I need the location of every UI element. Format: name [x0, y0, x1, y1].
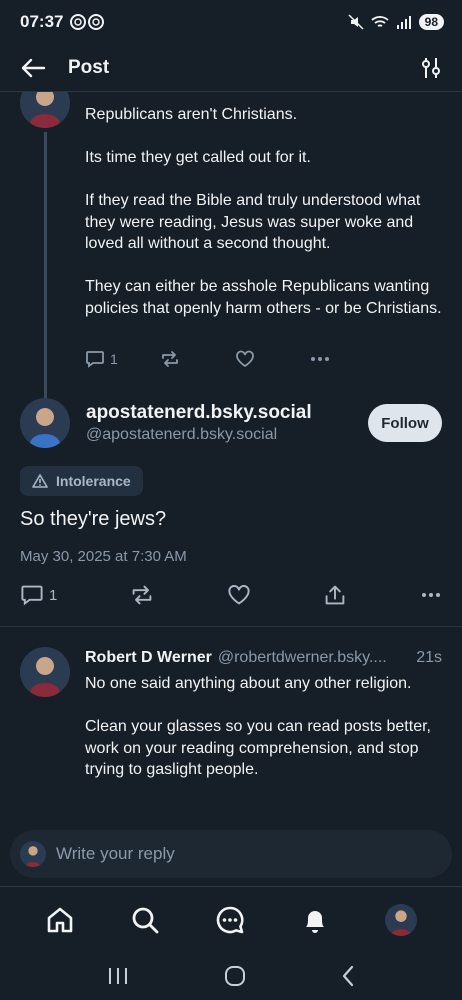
more-icon [421, 593, 440, 597]
author-display-name[interactable]: apostatenerd.bsky.social [86, 402, 312, 424]
status-time: 07:37 [20, 12, 64, 31]
main-reply-count: 1 [49, 586, 58, 604]
reply-author-name[interactable]: Robert D Werner [85, 649, 212, 667]
system-nav-bar [0, 952, 462, 1000]
wifi-icon [371, 15, 389, 29]
parent-paragraph: Republicans aren't Christians. [85, 106, 298, 123]
mute-icon [348, 14, 364, 30]
bell-icon[interactable] [300, 905, 330, 935]
composer-avatar [20, 841, 46, 867]
reply-avatar[interactable] [20, 647, 70, 697]
chat-icon[interactable] [215, 905, 245, 935]
main-share-button[interactable] [323, 584, 347, 606]
author-handle[interactable]: @apostatenerd.bsky.social [86, 426, 312, 444]
thread-line [44, 132, 47, 432]
main-reply-button[interactable]: 1 [20, 584, 57, 606]
status-bar: 07:37 98 [0, 0, 462, 44]
parent-paragraph: If they read the Bible and truly underst… [85, 192, 421, 252]
parent-post-text[interactable]: Republicans aren't Christians. Its time … [85, 104, 445, 341]
parent-paragraph: Its time they get called out for it. [85, 149, 311, 166]
status-left: 07:37 [20, 12, 105, 32]
reply-timestamp: 21s [416, 649, 442, 666]
parent-reply-count: 1 [110, 351, 118, 367]
follow-button[interactable]: Follow [368, 404, 442, 442]
parent-paragraph: They can either be asshole Republicans w… [85, 278, 442, 317]
reply-text: No one said anything about any other rel… [85, 673, 442, 802]
bottom-tab-bar [0, 886, 462, 952]
home-icon[interactable] [45, 905, 75, 935]
heart-icon [228, 585, 250, 605]
main-post-date: May 30, 2025 at 7:30 AM [20, 548, 187, 565]
repost-icon [162, 351, 178, 367]
reply-icon [86, 351, 104, 368]
parent-reply-button[interactable]: 1 [85, 350, 160, 368]
home-button-icon[interactable] [224, 965, 246, 987]
search-icon[interactable] [130, 905, 160, 935]
label-text: Intolerance [56, 473, 131, 489]
divider [0, 626, 462, 627]
reply-input-placeholder[interactable]: Write your reply [56, 844, 175, 864]
main-more-button[interactable] [420, 592, 442, 598]
parent-repost-button[interactable] [160, 350, 235, 368]
heart-icon [236, 350, 254, 368]
main-avatar[interactable] [20, 398, 70, 448]
main-like-button[interactable] [227, 584, 251, 606]
parent-avatar[interactable] [20, 92, 70, 128]
notification-icon [69, 13, 105, 31]
parent-like-button[interactable] [235, 350, 310, 368]
more-icon [311, 357, 329, 361]
main-repost-button[interactable] [130, 584, 154, 606]
signal-icon [396, 15, 412, 29]
content-label-chip[interactable]: Intolerance [20, 466, 143, 496]
status-right: 98 [348, 14, 444, 30]
share-icon [325, 585, 345, 605]
recents-icon[interactable] [107, 966, 129, 986]
thread: Republicans aren't Christians. Its time … [0, 92, 462, 818]
parent-more-button[interactable] [310, 356, 385, 362]
main-post-text: So they're jews? [20, 508, 167, 530]
back-icon[interactable] [341, 965, 355, 987]
parent-actions: 1 [85, 350, 385, 368]
reply-paragraph: Clean your glasses so you can read posts… [85, 718, 431, 778]
repost-icon [132, 585, 152, 605]
reply-author-handle[interactable]: @robertdwerner.bsky.... [218, 649, 408, 667]
profile-avatar[interactable] [384, 903, 417, 936]
reply-composer[interactable]: Write your reply [10, 830, 452, 878]
reply-paragraph: No one said anything about any other rel… [85, 675, 412, 692]
warning-icon [32, 474, 48, 488]
battery-indicator: 98 [418, 14, 444, 30]
sliders-icon[interactable] [420, 56, 442, 80]
back-arrow-icon[interactable] [20, 57, 46, 79]
page-title: Post [68, 56, 110, 78]
reply-header: Robert D Werner @robertdwerner.bsky.... … [85, 649, 442, 667]
header: Post [0, 44, 462, 92]
author-names: apostatenerd.bsky.social @apostatenerd.b… [86, 402, 312, 444]
main-actions: 1 [20, 584, 442, 606]
main-post-author[interactable]: apostatenerd.bsky.social @apostatenerd.b… [20, 398, 442, 448]
reply-icon [21, 585, 43, 606]
